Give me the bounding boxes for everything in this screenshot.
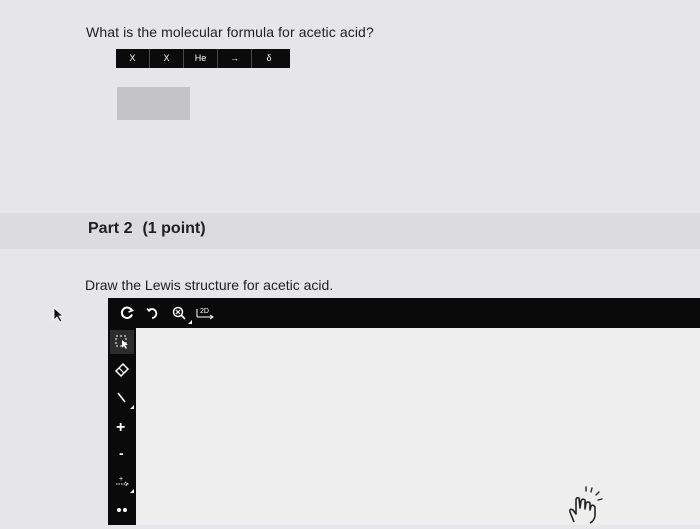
element-button[interactable]: He xyxy=(184,49,218,68)
structure-editor: 2D + - + xyxy=(108,298,700,525)
editor-top-toolbar: 2D xyxy=(108,298,700,328)
remove-charge-icon[interactable]: - xyxy=(110,442,134,466)
eraser-icon[interactable] xyxy=(110,358,134,382)
points-label: (1 point) xyxy=(142,220,206,237)
remove-charge-label: - xyxy=(119,446,124,461)
hand-pointer-icon xyxy=(564,486,604,529)
question-text: What is the molecular formula for acetic… xyxy=(86,24,374,40)
superscript-button[interactable]: X xyxy=(150,49,184,68)
clean-2d-icon[interactable]: 2D xyxy=(192,301,218,325)
submenu-indicator-icon xyxy=(130,405,134,409)
formula-answer-input[interactable] xyxy=(117,87,190,120)
mouse-pointer-icon xyxy=(53,307,65,328)
zoom-icon[interactable] xyxy=(166,301,192,325)
part-label: Part 2 xyxy=(88,220,133,237)
reset-icon[interactable] xyxy=(114,301,140,325)
clean-2d-label: 2D xyxy=(200,308,209,315)
svg-text:+: + xyxy=(119,476,123,483)
add-charge-label: + xyxy=(116,419,125,434)
add-charge-icon[interactable]: + xyxy=(110,414,134,438)
submenu-indicator-icon xyxy=(188,320,192,324)
part-title: Part 2 (1 point) xyxy=(88,220,216,238)
select-icon[interactable] xyxy=(110,330,134,354)
editor-side-toolbar: + - + xyxy=(108,328,136,525)
radical-arrow-icon[interactable]: + xyxy=(110,470,134,494)
draw-prompt: Draw the Lewis structure for acetic acid… xyxy=(85,277,334,293)
formula-toolbar: X X He → δ xyxy=(116,49,290,68)
reaction-arrow-button[interactable]: → xyxy=(218,49,252,68)
lone-pair-icon[interactable] xyxy=(110,498,134,522)
subscript-button[interactable]: X xyxy=(116,49,150,68)
drawing-canvas[interactable] xyxy=(136,328,700,525)
submenu-indicator-icon xyxy=(130,489,134,493)
undo-icon[interactable] xyxy=(140,301,166,325)
delta-button[interactable]: δ xyxy=(252,49,286,68)
single-bond-icon[interactable] xyxy=(110,386,134,410)
